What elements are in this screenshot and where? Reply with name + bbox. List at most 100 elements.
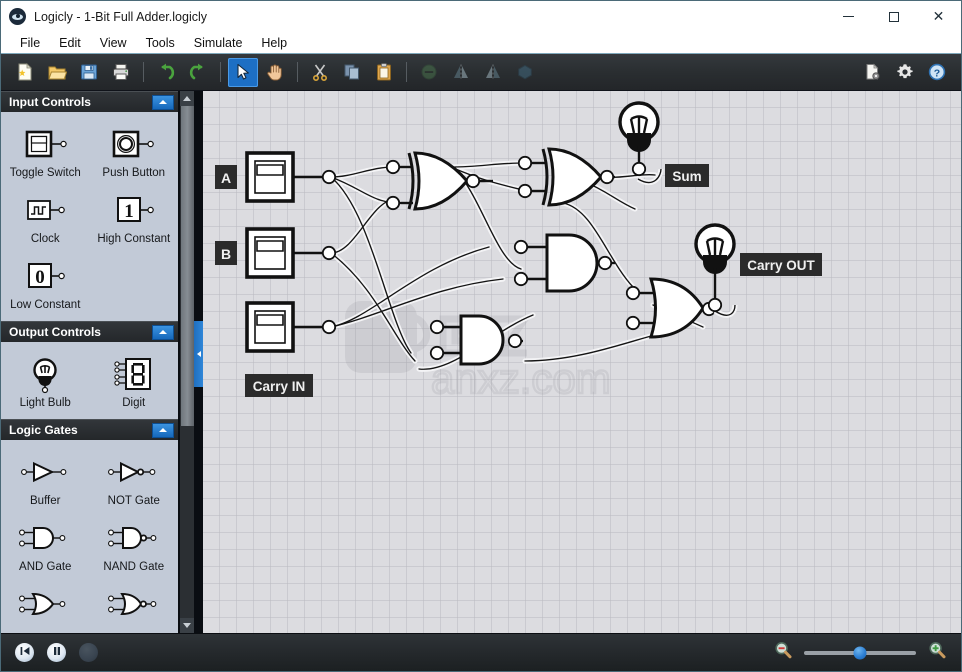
paste-button[interactable]	[369, 58, 399, 87]
zoom-out-magnifier-icon[interactable]	[773, 640, 793, 665]
circuit-diagram[interactable]: anxz.com A B Carry IN Sum Carry OUT	[203, 91, 961, 633]
palette-item-toggle-switch[interactable]: Toggle Switch	[1, 119, 90, 183]
collapse-triangle-up-icon[interactable]	[152, 422, 174, 438]
component-palette-sidebar: Input Controls Toggle Switch Push Button…	[1, 91, 179, 633]
restart-simulation-button[interactable]	[15, 643, 34, 662]
panel-header-output-controls[interactable]: Output Controls	[1, 321, 178, 342]
palette-grid-output-controls: Light Bulb Digit	[1, 349, 178, 413]
menu-item-edit[interactable]: Edit	[50, 34, 90, 52]
palette-item-nand-gate[interactable]: NAND Gate	[90, 513, 179, 577]
nand-gate-icon	[103, 518, 165, 558]
open-file-button[interactable]	[42, 58, 72, 87]
title-bar-left: Logicly - 1-Bit Full Adder.logicly	[1, 8, 207, 25]
undo-button[interactable]	[151, 58, 181, 87]
menu-item-tools[interactable]: Tools	[137, 34, 184, 52]
scroll-up-arrow-icon[interactable]	[179, 91, 195, 106]
zoom-in-magnifier-icon[interactable]	[927, 640, 947, 665]
svg-text:0: 0	[36, 267, 46, 288]
palette-label-light-bulb: Light Bulb	[19, 397, 71, 409]
flip-horizontal-button[interactable]	[446, 58, 476, 87]
redo-button[interactable]	[183, 58, 213, 87]
panel-splitter[interactable]	[194, 91, 203, 633]
logicly-window: Logicly - 1-Bit Full Adder.logicly ✕ Fil…	[0, 0, 962, 672]
page-properties-button[interactable]	[858, 58, 888, 87]
pan-tool-button[interactable]	[260, 58, 290, 87]
cursor-arrow-icon	[233, 62, 253, 82]
save-file-button[interactable]	[74, 58, 104, 87]
step-simulation-button[interactable]	[79, 643, 98, 662]
collapse-triangle-up-icon[interactable]	[152, 324, 174, 340]
maximize-button[interactable]	[871, 1, 916, 32]
palette-item-and-gate[interactable]: AND Gate	[1, 513, 90, 577]
hand-icon	[265, 62, 285, 82]
zoom-slider[interactable]	[804, 646, 916, 659]
palette-item-buffer[interactable]: Buffer	[1, 447, 90, 511]
canvas-label-carry-out[interactable]: Carry OUT	[740, 253, 822, 276]
sidebar-scroll-track[interactable]	[179, 106, 195, 618]
panel-title-input-controls: Input Controls	[9, 95, 91, 109]
palette-item-high-constant[interactable]: 1 High Constant	[90, 185, 179, 249]
preferences-button[interactable]	[890, 58, 920, 87]
palette-label-nand-gate: NAND Gate	[103, 561, 165, 573]
canvas-label-b[interactable]: B	[215, 241, 237, 265]
minimize-icon	[843, 16, 854, 17]
group-button[interactable]	[510, 58, 540, 87]
delete-button[interactable]	[414, 58, 444, 87]
print-button[interactable]	[106, 58, 136, 87]
minimize-button[interactable]	[826, 1, 871, 32]
palette-item-not-gate[interactable]: NOT Gate	[90, 447, 179, 511]
palette-grid-input-controls: Toggle Switch Push Button Clock 1 High C…	[1, 119, 178, 315]
palette-item-or-gate[interactable]	[1, 579, 90, 631]
palette-item-low-constant[interactable]: 0 Low Constant	[1, 251, 90, 315]
flip-vertical-button[interactable]	[478, 58, 508, 87]
scroll-down-arrow-icon[interactable]	[179, 618, 195, 633]
select-tool-button[interactable]	[228, 57, 258, 87]
nor-gate-icon	[103, 584, 165, 624]
panel-header-logic-gates[interactable]: Logic Gates	[1, 419, 178, 440]
delete-circle-icon	[419, 62, 439, 82]
sidebar-scrollbar[interactable]	[179, 91, 195, 633]
panel-body-logic-gates: Buffer NOT Gate AND Gate NAND Gate	[1, 440, 178, 633]
menu-item-help[interactable]: Help	[252, 34, 296, 52]
pause-icon	[51, 644, 63, 662]
toolbar-separator-2	[220, 62, 221, 82]
svg-text:anxz.com: anxz.com	[431, 355, 611, 402]
palette-label-push-button: Push Button	[102, 167, 166, 179]
menu-item-simulate[interactable]: Simulate	[185, 34, 252, 52]
svg-text:1: 1	[124, 201, 134, 222]
palette-item-digit[interactable]: Digit	[90, 349, 179, 413]
workspace: Input Controls Toggle Switch Push Button…	[1, 91, 961, 633]
cut-button[interactable]	[305, 58, 335, 87]
panel-header-input-controls[interactable]: Input Controls	[1, 91, 178, 112]
canvas-label-carry-in[interactable]: Carry IN	[245, 374, 313, 397]
close-button[interactable]: ✕	[916, 1, 961, 32]
canvas-label-a[interactable]: A	[215, 165, 237, 189]
zoom-slider-knob[interactable]	[853, 646, 867, 659]
new-file-button[interactable]	[10, 58, 40, 87]
menu-item-file[interactable]: File	[11, 34, 49, 52]
palette-label-clock: Clock	[30, 233, 60, 245]
palette-grid-logic-gates: Buffer NOT Gate AND Gate NAND Gate	[1, 447, 178, 631]
collapse-triangle-up-icon[interactable]	[152, 94, 174, 110]
palette-label-not-gate: NOT Gate	[107, 495, 160, 507]
help-button[interactable]: ?	[922, 58, 952, 87]
copy-button[interactable]	[337, 58, 367, 87]
gear-icon	[895, 62, 915, 82]
logicly-logo-icon	[9, 8, 26, 25]
menu-item-view[interactable]: View	[91, 34, 136, 52]
svg-text:B: B	[221, 246, 231, 262]
palette-item-empty-slot	[90, 251, 179, 315]
seven-segment-digit-icon	[106, 354, 162, 394]
palette-item-nor-gate[interactable]	[90, 579, 179, 631]
circuit-canvas[interactable]: anxz.com A B Carry IN Sum Carry OUT	[203, 91, 961, 633]
pause-simulation-button[interactable]	[47, 643, 66, 662]
canvas-label-sum[interactable]: Sum	[665, 164, 709, 187]
palette-item-clock[interactable]: Clock	[1, 185, 90, 249]
open-folder-icon	[47, 62, 67, 82]
svg-text:Carry OUT: Carry OUT	[747, 258, 815, 273]
collapse-panel-left-icon[interactable]	[194, 321, 203, 387]
palette-item-push-button[interactable]: Push Button	[90, 119, 179, 183]
sidebar-scroll-thumb[interactable]	[180, 106, 194, 426]
zoom-controls	[773, 640, 947, 665]
palette-item-light-bulb[interactable]: Light Bulb	[1, 349, 90, 413]
